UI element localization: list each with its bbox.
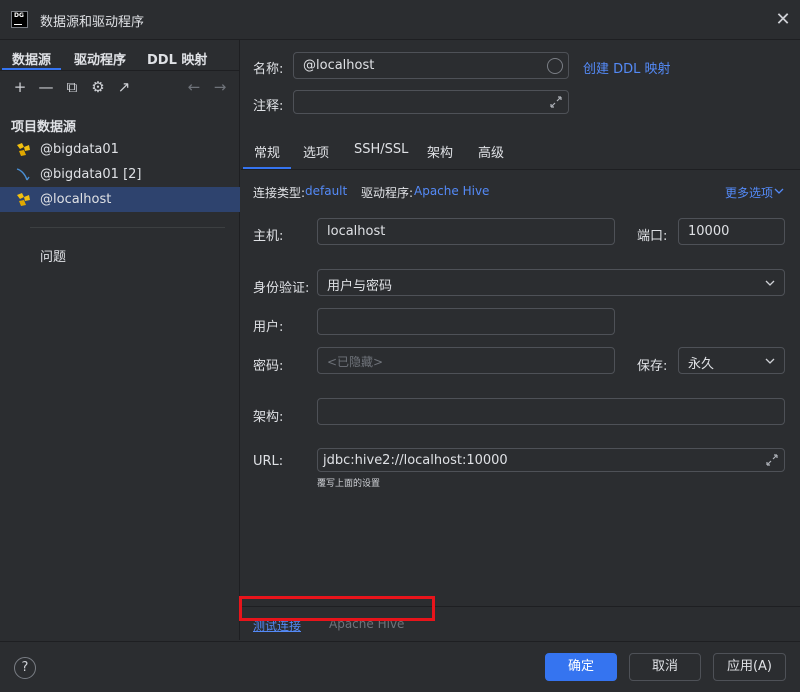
tree-item-label: @bigdata01 xyxy=(40,142,119,157)
hive-icon xyxy=(17,193,30,206)
close-icon[interactable]: ✕ xyxy=(774,11,792,29)
tab-ddl-mapping[interactable]: DDL 映射 xyxy=(147,49,207,68)
window-title: 数据源和驱动程序 xyxy=(40,15,145,30)
remove-icon[interactable]: — xyxy=(37,78,55,96)
tab-advanced[interactable]: 高级 xyxy=(478,142,504,161)
problems-item[interactable]: 问题 xyxy=(40,246,66,265)
tab-divider xyxy=(0,70,240,71)
chevron-down-icon xyxy=(765,280,775,286)
port-input[interactable]: 10000 xyxy=(678,218,785,245)
host-input[interactable]: localhost xyxy=(317,218,615,245)
app-logo-icon: DG xyxy=(11,11,28,28)
chevron-down-icon xyxy=(765,358,775,364)
help-button[interactable]: ? xyxy=(14,657,36,679)
export-icon[interactable]: ↗ xyxy=(115,78,133,96)
forward-arrow-icon[interactable]: → xyxy=(211,78,229,96)
copy-icon[interactable]: ⧉ xyxy=(63,78,81,96)
user-label: 用户: xyxy=(253,320,284,335)
tree-item-label: @bigdata01 [2] xyxy=(40,167,142,182)
tab-general[interactable]: 常规 xyxy=(254,142,280,161)
tree-item-label: @localhost xyxy=(40,192,112,207)
connection-type-link[interactable]: default xyxy=(305,184,347,198)
tree-item-bigdata01-2[interactable]: @bigdata01 [2] xyxy=(0,162,240,187)
host-label: 主机: xyxy=(253,229,284,244)
tab-schemas[interactable]: 架构 xyxy=(427,142,453,161)
name-input[interactable]: @localhost xyxy=(293,52,569,79)
chevron-down-icon xyxy=(774,188,784,194)
port-value: 10000 xyxy=(688,224,730,239)
connection-settings-panel: 名称: @localhost 创建 DDL 映射 注释: 常规 选项 SSH/S… xyxy=(241,40,800,640)
color-picker-icon[interactable] xyxy=(547,58,563,74)
expand-icon[interactable] xyxy=(548,94,564,110)
left-sidebar: 数据源 驱动程序 DDL 映射 + — ⧉ ⚙ ↗ ← → 项目数据源 @big… xyxy=(0,40,240,640)
cancel-button[interactable]: 取消 xyxy=(629,653,701,681)
back-arrow-icon[interactable]: ← xyxy=(185,78,203,96)
schema-label: 架构: xyxy=(253,410,284,425)
name-label: 名称: xyxy=(253,62,284,77)
add-icon[interactable]: + xyxy=(11,78,29,96)
hive-icon xyxy=(17,143,30,156)
connection-type-label: 连接类型: xyxy=(253,186,306,200)
tab-divider xyxy=(241,169,800,170)
save-label: 保存: xyxy=(637,359,668,374)
expand-icon[interactable] xyxy=(764,452,780,468)
mysql-icon xyxy=(16,168,30,181)
password-value: <已隐藏> xyxy=(327,355,384,369)
tree-item-bigdata01[interactable]: @bigdata01 xyxy=(0,137,240,162)
comment-input[interactable] xyxy=(293,90,569,114)
user-input[interactable] xyxy=(317,308,615,335)
password-input[interactable]: <已隐藏> xyxy=(317,347,615,374)
save-mode-value: 永久 xyxy=(688,357,715,372)
auth-label: 身份验证: xyxy=(253,281,310,296)
comment-label: 注释: xyxy=(253,99,284,114)
tab-options[interactable]: 选项 xyxy=(303,142,329,161)
tab-data-sources[interactable]: 数据源 xyxy=(12,49,51,68)
apply-button[interactable]: 应用(A) xyxy=(713,653,786,681)
url-label: URL: xyxy=(253,454,284,469)
tree-item-localhost[interactable]: @localhost xyxy=(0,187,240,212)
schema-input[interactable] xyxy=(317,398,785,425)
url-override-note: 覆写上面的设置 xyxy=(317,479,381,489)
project-data-sources-heading: 项目数据源 xyxy=(11,120,77,135)
gear-icon[interactable]: ⚙ xyxy=(89,78,107,96)
host-value: localhost xyxy=(327,224,386,239)
title-bar: DG 数据源和驱动程序 ✕ xyxy=(0,0,800,40)
name-value: @localhost xyxy=(303,58,375,73)
url-input[interactable]: jdbc:hive2://localhost:10000 xyxy=(317,448,785,472)
divider xyxy=(30,227,225,228)
more-options-link[interactable]: 更多选项 xyxy=(725,184,773,201)
auth-select[interactable]: 用户与密码 xyxy=(317,269,785,296)
tab-drivers[interactable]: 驱动程序 xyxy=(74,49,126,68)
url-value: jdbc:hive2://localhost:10000 xyxy=(323,453,508,468)
auth-value: 用户与密码 xyxy=(327,279,393,294)
highlight-box xyxy=(239,596,435,621)
password-label: 密码: xyxy=(253,359,284,374)
dialog-footer: ? 确定 取消 应用(A) xyxy=(0,641,800,692)
driver-label: 驱动程序: xyxy=(361,186,414,200)
port-label: 端口: xyxy=(637,229,668,244)
driver-link[interactable]: Apache Hive xyxy=(414,184,489,198)
ok-button[interactable]: 确定 xyxy=(545,653,617,681)
create-ddl-mapping-link[interactable]: 创建 DDL 映射 xyxy=(583,58,671,77)
tab-ssh-ssl[interactable]: SSH/SSL xyxy=(354,142,408,157)
